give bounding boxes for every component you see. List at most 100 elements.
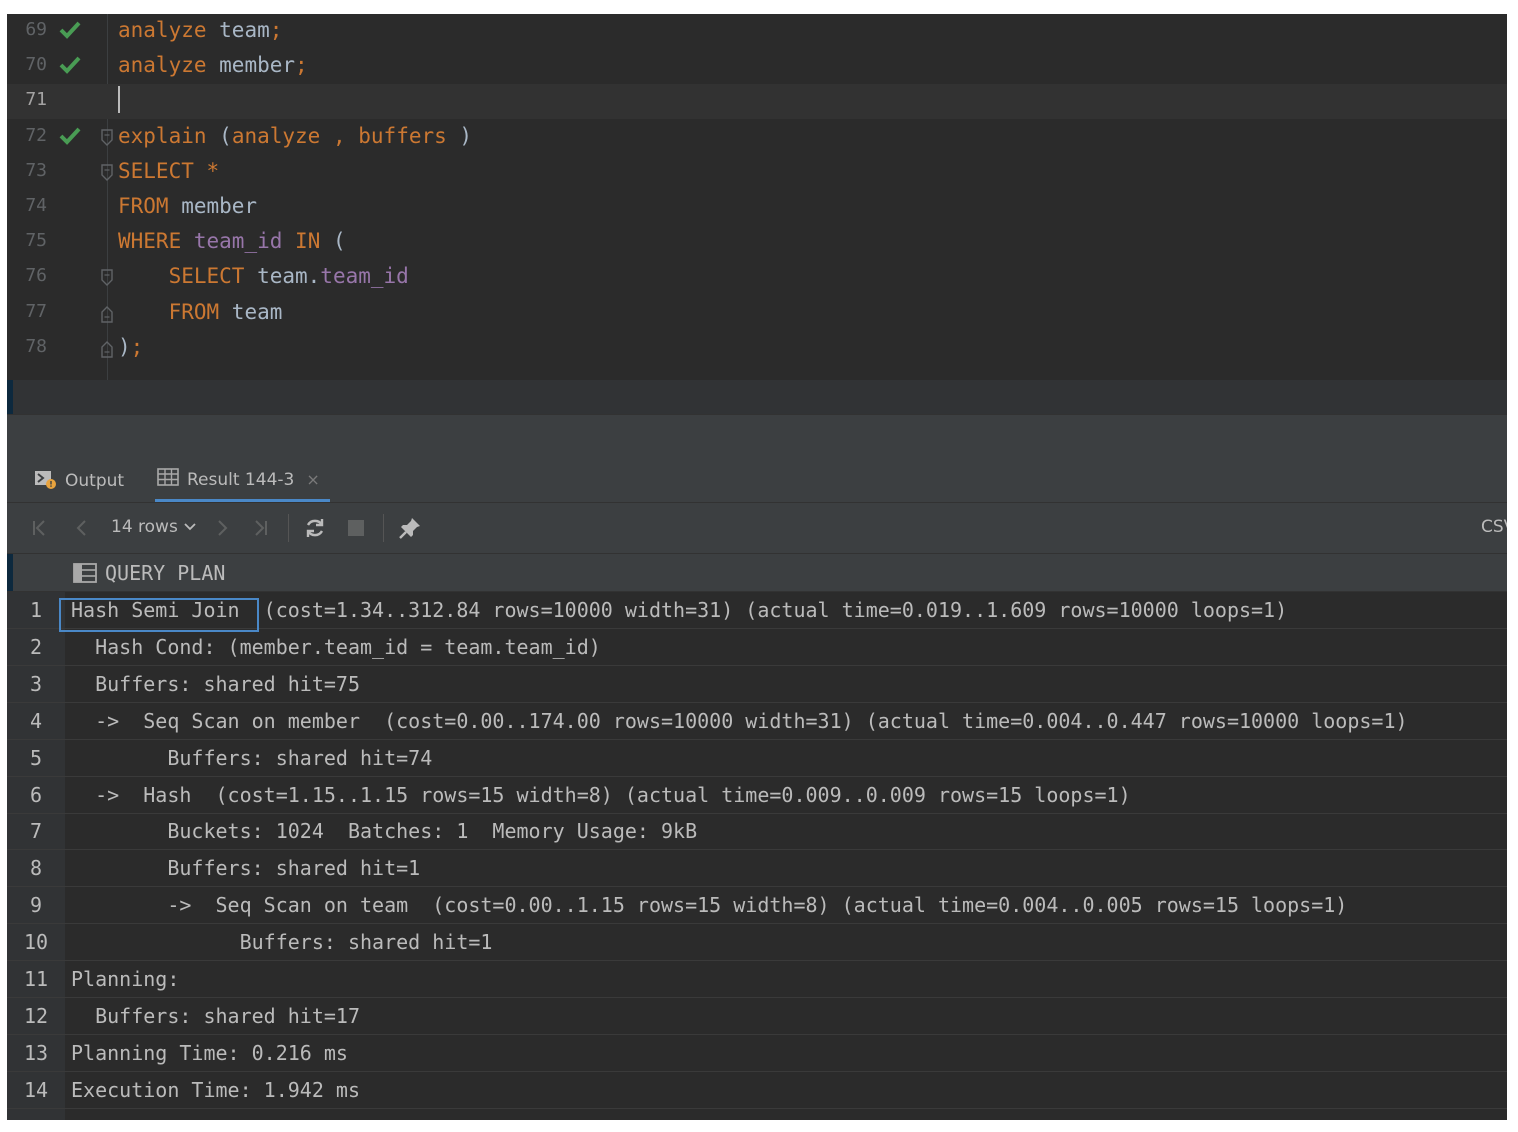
row-number[interactable]: 9 xyxy=(7,893,65,917)
rows-count-dropdown[interactable]: 14 rows xyxy=(111,517,196,537)
row-number[interactable]: 14 xyxy=(7,1078,65,1102)
query-plan-cell[interactable]: -> Seq Scan on member (cost=0.00..174.00… xyxy=(71,709,1407,733)
table-row[interactable]: 5 Buffers: shared hit=74 xyxy=(7,740,1507,777)
checkmark-icon xyxy=(59,54,81,76)
fold-end-icon[interactable] xyxy=(100,305,114,323)
table-row[interactable]: 7 Buckets: 1024 Batches: 1 Memory Usage:… xyxy=(7,813,1507,851)
query-plan-cell[interactable]: Buffers: shared hit=75 xyxy=(71,672,360,696)
query-plan-cell[interactable]: Hash Cond: (member.team_id = team.team_i… xyxy=(71,635,601,659)
code-token: ; xyxy=(295,53,308,78)
table-row[interactable]: 8 Buffers: shared hit=1 xyxy=(7,850,1507,888)
code-token: ) xyxy=(118,334,131,359)
row-number[interactable]: 5 xyxy=(7,746,65,770)
tab-result[interactable]: Result 144-3 × xyxy=(155,460,330,502)
row-number[interactable]: 3 xyxy=(7,672,65,696)
row-number[interactable]: 10 xyxy=(7,930,65,954)
next-page-icon[interactable] xyxy=(211,516,233,540)
previous-page-icon[interactable] xyxy=(71,516,93,540)
code-text: SELECT * xyxy=(118,159,219,183)
table-row[interactable]: 2 Hash Cond: (member.team_id = team.team… xyxy=(7,629,1507,666)
tab-output[interactable]: Output xyxy=(33,460,124,502)
table-row[interactable]: 3 Buffers: shared hit=75 xyxy=(7,666,1507,703)
fold-start-icon[interactable] xyxy=(100,128,114,147)
editor-line[interactable]: 77 FROM team xyxy=(7,296,1507,331)
code-token: SELECT xyxy=(118,158,194,183)
table-row[interactable]: 13 Planning Time: 0.216 ms xyxy=(7,1035,1507,1072)
last-page-icon[interactable] xyxy=(249,516,271,540)
fold-start-icon[interactable] xyxy=(100,269,114,287)
query-plan-cell[interactable]: -> Hash (cost=1.15..1.15 rows=15 width=8… xyxy=(71,783,1131,807)
first-page-icon[interactable] xyxy=(29,516,51,540)
row-number[interactable]: 11 xyxy=(7,967,65,991)
query-plan-cell[interactable]: Planning Time: 0.216 ms xyxy=(71,1041,348,1065)
row-number[interactable]: 2 xyxy=(7,635,65,659)
query-plan-cell[interactable]: -> Seq Scan on team (cost=0.00..1.15 row… xyxy=(71,893,1347,917)
code-token: analyze xyxy=(118,18,207,42)
fold-start-icon[interactable] xyxy=(100,164,114,182)
code-token: analyze xyxy=(118,53,207,78)
refresh-icon[interactable] xyxy=(302,516,328,540)
panel-splitter[interactable] xyxy=(7,414,1507,461)
editor-line[interactable]: 72 explain (analyze , buffers ) xyxy=(7,120,1507,155)
editor-line[interactable]: 74 FROM member xyxy=(7,190,1507,225)
query-plan-cell[interactable]: Buffers: shared hit=17 xyxy=(71,1004,360,1028)
code-token: ; xyxy=(269,18,283,42)
export-format-dropdown[interactable]: CSV xyxy=(1481,517,1507,537)
editor-line[interactable]: 78); xyxy=(7,331,1507,366)
code-token: FROM xyxy=(168,299,220,324)
code-token: team_id xyxy=(193,229,283,254)
editor-line[interactable]: 75 WHERE team_id IN ( xyxy=(7,225,1507,260)
code-token: ( xyxy=(320,229,346,254)
row-number[interactable]: 4 xyxy=(7,709,65,733)
row-number[interactable]: 1 xyxy=(7,598,65,622)
table-row[interactable]: 6 -> Hash (cost=1.15..1.15 rows=15 width… xyxy=(7,777,1507,814)
code-text: analyze member; xyxy=(118,53,308,77)
editor-line[interactable]: 71 xyxy=(7,84,1507,120)
code-text: explain (analyze , buffers ) xyxy=(118,124,472,148)
code-token: member xyxy=(168,194,258,218)
close-tab-icon[interactable]: × xyxy=(306,470,319,489)
column-header-query-plan[interactable]: QUERY PLAN xyxy=(73,561,225,585)
row-number[interactable]: 13 xyxy=(7,1041,65,1065)
row-number[interactable]: 8 xyxy=(7,856,65,880)
code-token: , xyxy=(320,123,359,148)
table-row[interactable]: 14 Execution Time: 1.942 ms xyxy=(7,1072,1507,1109)
stop-icon[interactable] xyxy=(345,516,367,540)
editor-line[interactable]: 73 SELECT * xyxy=(7,155,1507,190)
table-row[interactable]: 4 -> Seq Scan on member (cost=0.00..174.… xyxy=(7,703,1507,740)
row-number[interactable]: 12 xyxy=(7,1004,65,1028)
editor-line[interactable]: 70 analyze member; xyxy=(7,49,1507,84)
code-token: ( xyxy=(206,123,232,148)
row-number[interactable]: 7 xyxy=(7,819,65,843)
console-output-icon xyxy=(33,468,65,495)
row-number[interactable]: 6 xyxy=(7,783,65,807)
checkmark-icon xyxy=(59,19,81,41)
chevron-down-icon xyxy=(184,522,196,532)
pin-icon[interactable] xyxy=(397,516,423,540)
editor-line[interactable]: 76 SELECT team.team_id xyxy=(7,260,1507,295)
selected-cell-highlight xyxy=(59,598,259,632)
sql-editor[interactable]: 69 analyze team; 70 analyze member; 71 72 expl… xyxy=(7,14,1507,380)
tab-output-label: Output xyxy=(65,471,125,491)
query-plan-cell[interactable]: Planning: xyxy=(71,967,179,991)
query-plan-cell[interactable]: Buckets: 1024 Batches: 1 Memory Usage: 9… xyxy=(71,819,697,843)
query-plan-cell[interactable]: Buffers: shared hit=74 xyxy=(71,746,432,770)
editor-bottom-area xyxy=(7,380,1507,414)
fold-end-icon[interactable] xyxy=(100,340,114,358)
code-token: team xyxy=(219,299,283,324)
table-row[interactable]: 12 Buffers: shared hit=17 xyxy=(7,998,1507,1035)
table-row[interactable]: 11 Planning: xyxy=(7,961,1507,998)
code-text: FROM team xyxy=(118,299,283,324)
code-token: ; xyxy=(130,334,144,359)
table-row[interactable]: 9 -> Seq Scan on team (cost=0.00..1.15 r… xyxy=(7,887,1507,925)
query-plan-cell[interactable]: Buffers: shared hit=1 xyxy=(71,856,420,880)
query-plan-cell[interactable]: Buffers: shared hit=1 xyxy=(71,930,493,954)
code-text: WHERE team_id IN ( xyxy=(118,229,346,253)
editor-line[interactable]: 69 analyze team; xyxy=(7,14,1507,49)
query-plan-cell[interactable]: Execution Time: 1.942 ms xyxy=(71,1078,360,1102)
code-token: FROM xyxy=(118,194,169,218)
table-row[interactable]: 10 Buffers: shared hit=1 xyxy=(7,924,1507,962)
checkmark-icon xyxy=(59,125,81,147)
